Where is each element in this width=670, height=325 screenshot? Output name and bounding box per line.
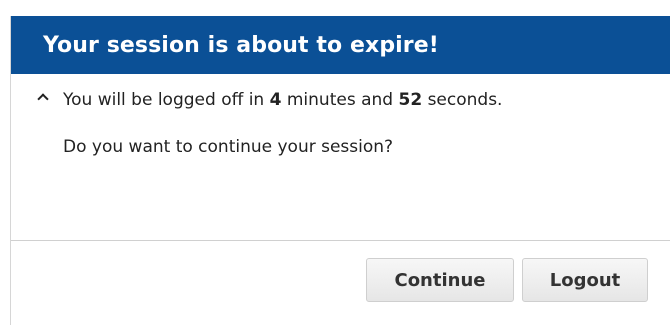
- dialog-header: Your session is about to expire!: [11, 16, 670, 74]
- caret-up-icon: [37, 91, 49, 103]
- seconds-label: seconds.: [427, 90, 503, 110]
- logout-button[interactable]: Logout: [522, 258, 648, 302]
- logoff-prefix: You will be logged off in: [63, 90, 265, 110]
- minutes-label: minutes and: [286, 90, 394, 110]
- page-frame: Your session is about to expire! You wil…: [0, 0, 670, 325]
- seconds-remaining: 52: [398, 90, 423, 110]
- session-expiry-dialog: Your session is about to expire! You wil…: [10, 16, 670, 325]
- minutes-remaining: 4: [269, 90, 282, 110]
- dialog-title: Your session is about to expire!: [43, 32, 439, 58]
- continue-question: Do you want to continue your session?: [63, 137, 394, 157]
- dialog-footer: Continue Logout: [11, 241, 670, 325]
- dialog-body: You will be logged off in 4 minutes and …: [11, 74, 670, 240]
- logoff-message: You will be logged off in 4 minutes and …: [37, 90, 502, 110]
- continue-button[interactable]: Continue: [366, 258, 514, 302]
